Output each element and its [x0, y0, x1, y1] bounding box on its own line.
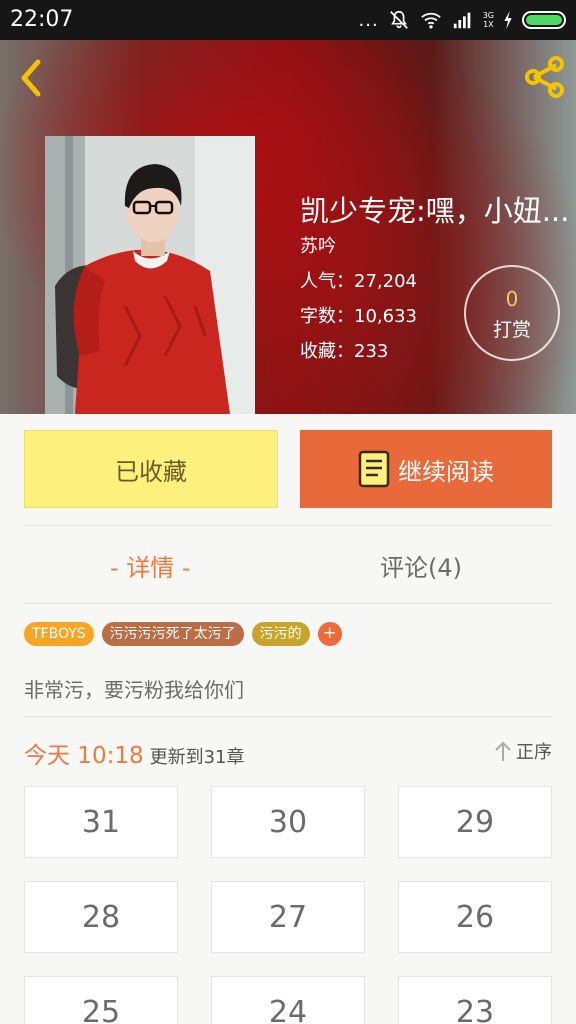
- book-icon: [358, 450, 390, 488]
- book-header: 凯少专宠:嘿，小妞... 苏吟 人气：27,204 字数：10,633 收藏：2…: [0, 40, 576, 414]
- share-icon[interactable]: [522, 54, 568, 100]
- continue-reading-label: 继续阅读: [398, 457, 494, 486]
- status-icons: ... 3G 1X: [359, 8, 566, 32]
- divider: [24, 525, 552, 526]
- continue-reading-button[interactable]: 继续阅读: [300, 430, 552, 508]
- collected-button-label: 已收藏: [115, 457, 187, 486]
- book-description: 非常污，要污粉我给你们: [24, 678, 244, 702]
- sort-order-button[interactable]: 正序: [494, 738, 552, 764]
- tag-list: TFBOYS 污污污污死了太污了 污污的 +: [24, 622, 342, 646]
- chapter-button[interactable]: 26: [398, 881, 552, 953]
- update-info: 今天 10:18 更新到31章: [24, 736, 245, 770]
- chapter-button[interactable]: 24: [211, 976, 365, 1024]
- app-screen: 22:07 ... 3G 1X 凯少专宠:嘿，小妞... 苏吟 人气：27,20…: [0, 0, 576, 1024]
- add-tag-button[interactable]: +: [317, 622, 342, 646]
- signal-icon: [453, 12, 471, 29]
- tip-button[interactable]: 0 打赏: [464, 265, 560, 361]
- network-label: 3G: [482, 11, 494, 20]
- popularity-stat: 人气：27,204: [300, 271, 417, 292]
- status-bar: 22:07 ... 3G 1X: [0, 0, 576, 40]
- charging-icon: [504, 10, 512, 30]
- chapter-button[interactable]: 25: [24, 976, 178, 1024]
- more-notifications-icon: ...: [358, 9, 379, 31]
- chapter-button[interactable]: 31: [24, 786, 178, 858]
- tip-count: 0: [505, 287, 519, 311]
- tag-chip[interactable]: 污污污污死了太污了: [101, 622, 244, 646]
- arrow-up-icon: [495, 741, 511, 761]
- favorites-stat: 收藏：233: [300, 341, 389, 362]
- book-author[interactable]: 苏吟: [300, 232, 336, 258]
- chapter-button[interactable]: 27: [211, 881, 365, 953]
- back-arrow-icon[interactable]: [14, 56, 48, 100]
- update-text: 更新到31章: [149, 747, 245, 768]
- chapter-button[interactable]: 30: [211, 786, 365, 858]
- network-sub-label: 1X: [483, 20, 494, 29]
- divider: [24, 716, 552, 717]
- wifi-icon: [420, 12, 441, 29]
- divider: [24, 603, 552, 604]
- chapter-button[interactable]: 28: [24, 881, 178, 953]
- notifications-muted-icon: [389, 10, 408, 29]
- book-title: 凯少专宠:嘿，小妞...: [300, 194, 570, 228]
- tip-label: 打赏: [492, 319, 531, 341]
- update-time: 今天 10:18: [24, 743, 144, 769]
- tab-comments[interactable]: 评论(4): [380, 548, 462, 583]
- tag-chip[interactable]: TFBOYS: [24, 622, 94, 646]
- tag-chip[interactable]: 污污的: [251, 622, 310, 646]
- word-count-stat: 字数：10,633: [300, 306, 417, 327]
- collected-button[interactable]: 已收藏: [24, 430, 278, 508]
- battery-icon: [522, 11, 566, 29]
- chapter-button[interactable]: 29: [398, 786, 552, 858]
- chapter-button[interactable]: 23: [398, 976, 552, 1024]
- tab-detail[interactable]: - 详情 -: [110, 548, 191, 583]
- network-type-indicator: 3G 1X: [483, 11, 494, 29]
- status-time: 22:07: [10, 7, 74, 32]
- book-cover-image[interactable]: [45, 136, 255, 414]
- battery-level: [526, 15, 562, 25]
- sort-order-label: 正序: [516, 742, 552, 763]
